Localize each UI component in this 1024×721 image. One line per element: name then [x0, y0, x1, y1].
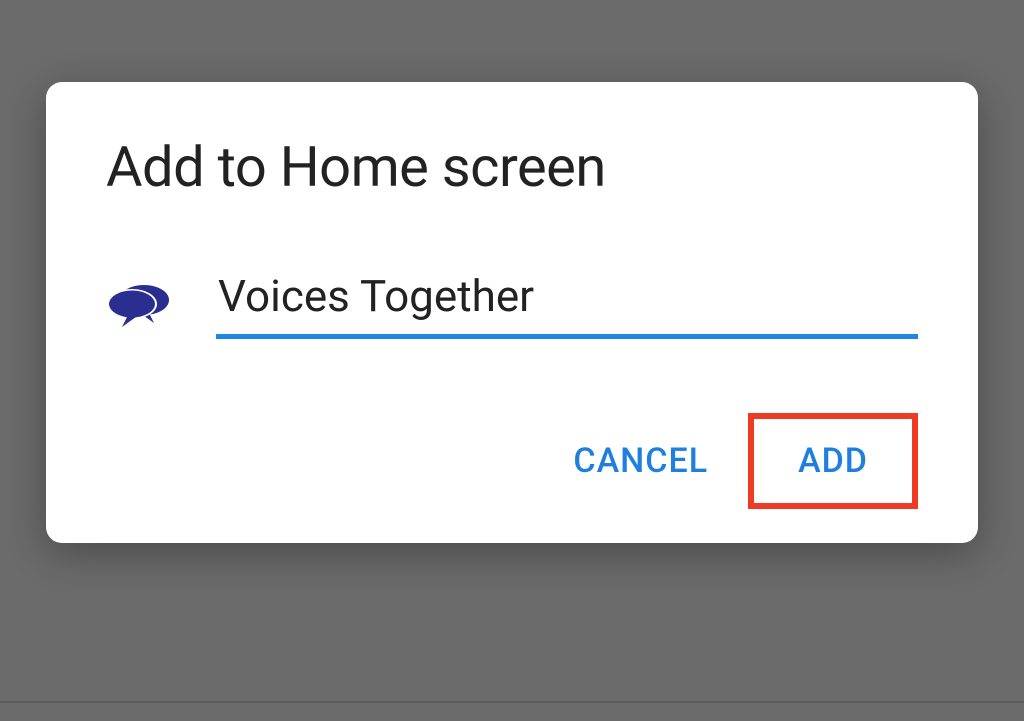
- shortcut-name-input[interactable]: [216, 270, 918, 339]
- add-button-highlight: ADD: [748, 413, 918, 509]
- cancel-button[interactable]: CANCEL: [543, 421, 738, 501]
- input-row: [106, 270, 918, 339]
- add-button[interactable]: ADD: [754, 419, 912, 503]
- dialog-button-row: CANCEL ADD: [106, 413, 918, 509]
- add-to-home-dialog: Add to Home screen CANCEL ADD: [46, 82, 978, 543]
- speech-bubbles-icon: [106, 281, 170, 329]
- dialog-title: Add to Home screen: [106, 134, 918, 200]
- screen-divider: [0, 701, 1024, 703]
